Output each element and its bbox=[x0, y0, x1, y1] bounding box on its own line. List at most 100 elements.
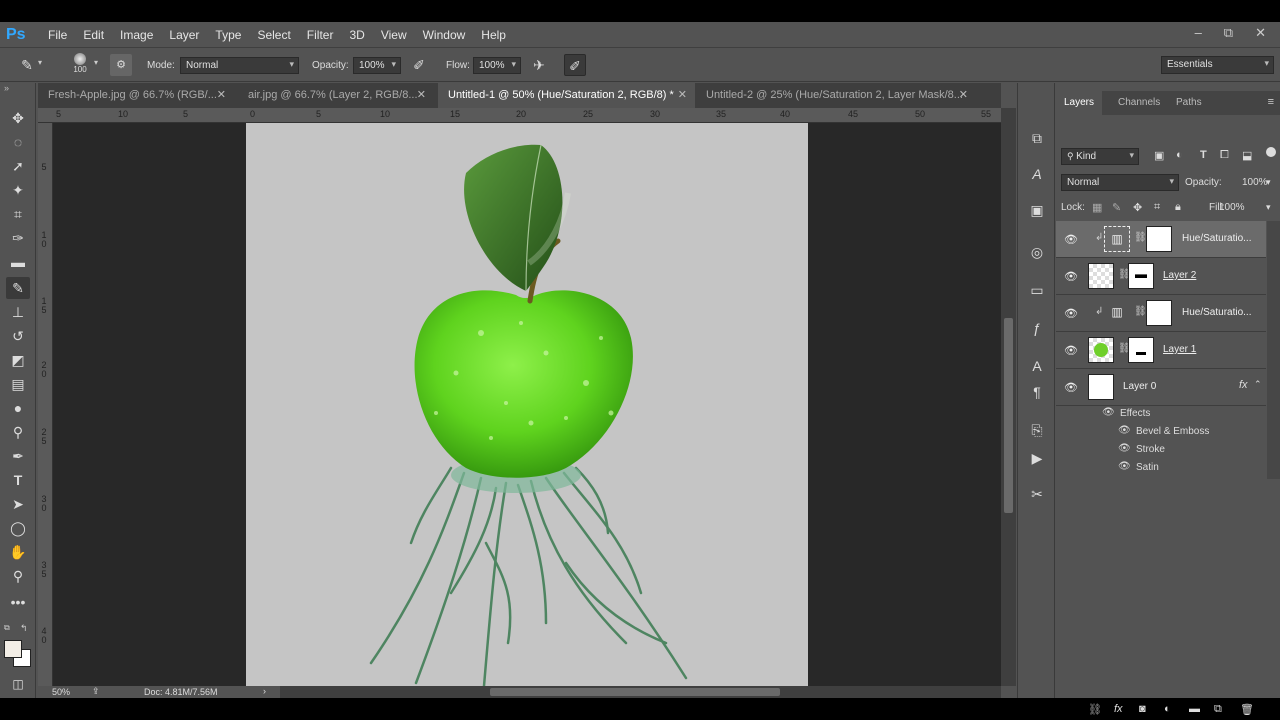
horizontal-scrollbar[interactable] bbox=[280, 686, 1001, 698]
styles-panel-icon[interactable]: ƒ bbox=[1026, 317, 1048, 339]
adjustments-panel-icon[interactable]: ▣ bbox=[1026, 199, 1048, 221]
clone-source-icon[interactable]: ⎘ bbox=[1026, 419, 1048, 441]
chevron-down-icon[interactable]: ▾ bbox=[94, 58, 98, 67]
healing-brush-tool-icon[interactable]: ▬ bbox=[6, 251, 30, 273]
libraries-panel-icon[interactable]: ◎ bbox=[1026, 241, 1048, 263]
paragraph-panel-icon[interactable]: ¶ bbox=[1026, 381, 1048, 403]
brush-tool-icon[interactable]: ✎ bbox=[6, 277, 30, 299]
stamp-tool-icon[interactable]: ⊥ bbox=[6, 301, 30, 323]
link-chain-icon[interactable]: ⛓︎ bbox=[1134, 306, 1147, 317]
layer-thumbnail[interactable] bbox=[1088, 263, 1114, 289]
layer-name[interactable]: Layer 0 bbox=[1123, 381, 1156, 392]
visibility-eye-icon[interactable]: 👁︎ bbox=[1064, 270, 1078, 283]
collapse-icon[interactable]: » bbox=[4, 83, 9, 93]
chevron-down-icon[interactable]: ▾ bbox=[38, 58, 42, 67]
zoom-tool-icon[interactable]: ⚲ bbox=[6, 565, 30, 587]
tab-layers[interactable]: Layers bbox=[1056, 91, 1103, 115]
status-menu-icon[interactable]: › bbox=[263, 686, 266, 696]
layer-mask-thumbnail[interactable]: ▬ bbox=[1128, 337, 1154, 363]
scroll-thumb[interactable] bbox=[1004, 318, 1013, 513]
layer-mask-thumbnail[interactable] bbox=[1146, 300, 1172, 326]
restore-button[interactable]: ⧉ bbox=[1224, 25, 1233, 41]
filter-adjustment-icon[interactable]: ◐ bbox=[1176, 149, 1183, 161]
menu-image[interactable]: Image bbox=[112, 28, 161, 42]
lock-position-icon[interactable]: ✥ bbox=[1133, 201, 1142, 214]
close-tab-icon[interactable]: ✕ bbox=[217, 83, 226, 108]
link-layers-icon[interactable]: ⛓︎ bbox=[1088, 703, 1102, 716]
pressure-opacity-icon[interactable]: ✐ bbox=[408, 54, 430, 76]
layer-fx-icon[interactable]: fx bbox=[1239, 379, 1248, 391]
effect-bevel-emboss[interactable]: 👁︎ Bevel & Emboss bbox=[1056, 423, 1266, 441]
add-style-icon[interactable]: fx bbox=[1114, 703, 1123, 715]
menu-help[interactable]: Help bbox=[473, 28, 514, 42]
menu-select[interactable]: Select bbox=[249, 28, 298, 42]
tab-untitled-1[interactable]: Untitled-1 @ 50% (Hue/Saturation 2, RGB/… bbox=[438, 83, 695, 108]
brush-panel-icon[interactable]: ⚙ bbox=[110, 54, 132, 76]
layer-thumbnail[interactable] bbox=[1088, 374, 1114, 400]
opacity-input[interactable]: 100% ▾ bbox=[353, 57, 401, 74]
close-tab-icon[interactable]: ✕ bbox=[959, 83, 968, 108]
menu-type[interactable]: Type bbox=[207, 28, 249, 42]
zoom-level[interactable]: 50% bbox=[52, 687, 70, 697]
new-layer-icon[interactable]: ⧉ bbox=[1214, 703, 1222, 716]
filter-smart-object-icon[interactable]: ⬓ bbox=[1242, 149, 1252, 162]
layer-mask-thumbnail[interactable] bbox=[1146, 226, 1172, 252]
layer-name[interactable]: Hue/Saturatio... bbox=[1182, 307, 1251, 318]
menu-filter[interactable]: Filter bbox=[299, 28, 342, 42]
menu-window[interactable]: Window bbox=[415, 28, 474, 42]
close-window-button[interactable]: ✕ bbox=[1255, 25, 1266, 41]
fill-value[interactable]: 100% bbox=[1219, 202, 1245, 213]
chevron-down-icon[interactable]: ▾ bbox=[1266, 177, 1271, 188]
visibility-eye-icon[interactable]: 👁︎ bbox=[1064, 233, 1078, 246]
panel-menu-icon[interactable]: ≡ bbox=[1268, 96, 1274, 108]
dodge-tool-icon[interactable]: ⚲ bbox=[6, 421, 30, 443]
tab-paths[interactable]: Paths bbox=[1168, 91, 1210, 115]
scroll-thumb[interactable] bbox=[490, 688, 780, 696]
visibility-eye-icon[interactable]: 👁︎ bbox=[1064, 344, 1078, 357]
layer-mask-thumbnail[interactable]: ▬ bbox=[1128, 263, 1154, 289]
close-tab-icon[interactable]: ✕ bbox=[417, 83, 426, 108]
lasso-tool-icon[interactable]: ➚ bbox=[6, 155, 30, 177]
pressure-size-icon[interactable]: ✐ bbox=[564, 54, 586, 76]
tab-channels[interactable]: Channels bbox=[1110, 91, 1168, 115]
layer-opacity-value[interactable]: 100% bbox=[1242, 177, 1268, 188]
layers-scrollbar[interactable] bbox=[1267, 221, 1280, 479]
workspace-select[interactable]: Essentials ▾ bbox=[1161, 56, 1274, 74]
eyedropper-tool-icon[interactable]: ✑ bbox=[6, 227, 30, 249]
quick-mask-icon[interactable]: ◫ bbox=[6, 673, 30, 695]
add-mask-icon[interactable]: ◙ bbox=[1139, 703, 1146, 715]
tab-air[interactable]: air.jpg @ 66.7% (Layer 2, RGB/8... ✕ bbox=[238, 83, 434, 108]
adjustment-thumbnail-icon[interactable]: ▥ bbox=[1104, 226, 1130, 252]
flow-input[interactable]: 100% ▾ bbox=[473, 57, 521, 74]
move-tool-icon[interactable]: ✥ bbox=[6, 107, 30, 129]
filter-toggle[interactable] bbox=[1266, 147, 1276, 157]
menu-layer[interactable]: Layer bbox=[161, 28, 207, 42]
pen-tool-icon[interactable]: ✒ bbox=[6, 445, 30, 467]
collapse-effects-icon[interactable]: ⌃ bbox=[1254, 379, 1262, 390]
layer-row-hue-saturation-2[interactable]: 👁︎ ↲ ▥ ⛓︎ Hue/Saturatio... bbox=[1056, 221, 1266, 258]
menu-3d[interactable]: 3D bbox=[341, 28, 372, 42]
character-styles-icon[interactable]: A bbox=[1026, 355, 1048, 377]
history-panel-icon[interactable]: ⧉ bbox=[1026, 127, 1048, 149]
link-chain-icon[interactable]: ⛓︎ bbox=[1134, 232, 1147, 243]
layer-row-layer-2[interactable]: 👁︎ ⛓︎ ▬ Layer 2 bbox=[1056, 258, 1266, 295]
layer-name[interactable]: Hue/Saturatio... bbox=[1182, 233, 1251, 244]
visibility-eye-icon[interactable]: 👁︎ bbox=[1064, 381, 1078, 394]
menu-view[interactable]: View bbox=[373, 28, 415, 42]
new-adjustment-icon[interactable]: ◐ bbox=[1164, 703, 1171, 715]
more-tools-icon[interactable]: ••• bbox=[6, 591, 30, 613]
marquee-tool-icon[interactable]: ◌ bbox=[6, 131, 30, 153]
effect-satin[interactable]: 👁︎ Satin bbox=[1056, 459, 1266, 477]
lock-all-icon[interactable]: 🔒︎ bbox=[1175, 201, 1181, 214]
tool-presets-icon[interactable]: ✂ bbox=[1026, 483, 1048, 505]
menu-edit[interactable]: Edit bbox=[75, 28, 112, 42]
lock-transparent-icon[interactable]: ▦ bbox=[1092, 201, 1102, 214]
kind-filter-select[interactable]: ⚲ Kind ▾ bbox=[1061, 148, 1139, 165]
hand-tool-icon[interactable]: ✋ bbox=[6, 541, 30, 563]
effect-stroke[interactable]: 👁︎ Stroke bbox=[1056, 441, 1266, 459]
filter-shape-icon[interactable]: ⧠ bbox=[1220, 149, 1229, 162]
brush-tool-preset-icon[interactable]: ✎ bbox=[16, 54, 38, 76]
foreground-color-swatch[interactable] bbox=[4, 640, 22, 658]
menu-file[interactable]: File bbox=[40, 28, 75, 42]
visibility-eye-icon[interactable]: 👁︎ bbox=[1118, 461, 1131, 472]
